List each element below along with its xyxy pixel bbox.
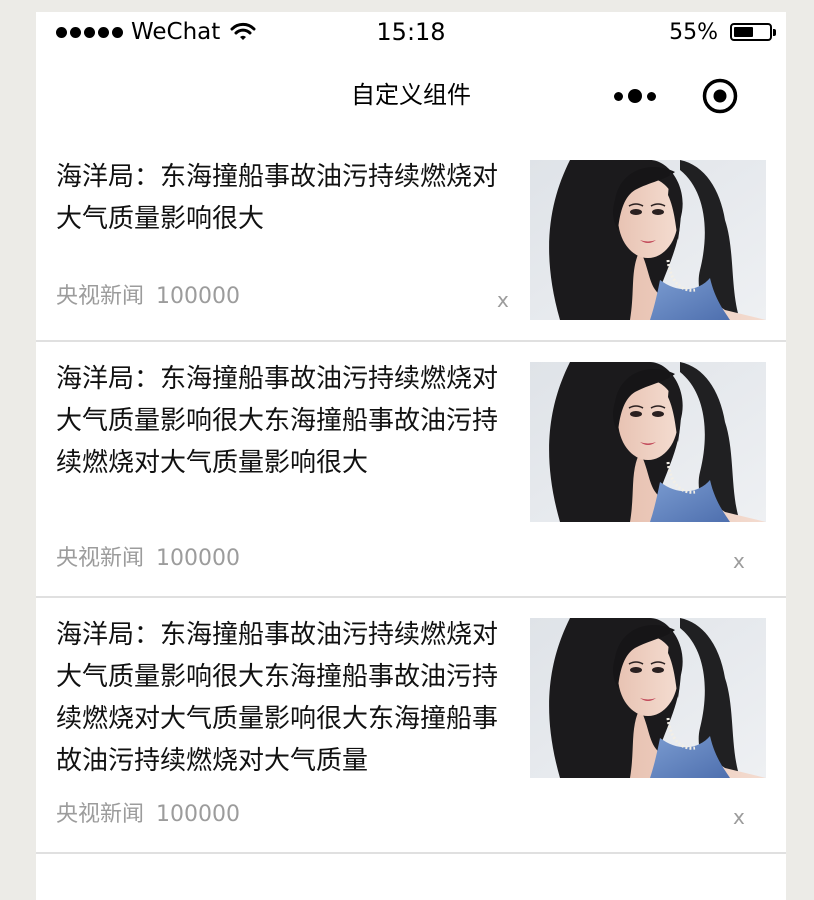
news-item[interactable]: 海洋局：东海撞船事故油污持续燃烧对大气质量影响很大东海撞船事故油污持续燃烧对大气…: [36, 342, 786, 598]
close-button[interactable]: x: [733, 802, 745, 832]
close-button[interactable]: x: [733, 546, 745, 576]
news-meta: 央视新闻 100000: [56, 544, 240, 574]
target-circle-icon[interactable]: [702, 78, 738, 114]
news-item[interactable]: 海洋局：东海撞船事故油污持续燃烧对大气质量影响很大 央视新闻 100000 x: [36, 140, 786, 342]
news-thumbnail: [530, 618, 766, 778]
news-list: 海洋局：东海撞船事故油污持续燃烧对大气质量影响很大 央视新闻 100000 x 海…: [36, 140, 786, 854]
battery-icon: [730, 23, 776, 41]
news-title: 海洋局：东海撞船事故油污持续燃烧对大气质量影响很大东海撞船事故油污持续燃烧对大气…: [56, 364, 499, 478]
page-title: 自定义组件: [351, 81, 471, 109]
news-item[interactable]: 海洋局：东海撞船事故油污持续燃烧对大气质量影响很大东海撞船事故油污持续燃烧对大气…: [36, 598, 786, 854]
news-source: 央视新闻: [56, 284, 145, 309]
news-meta: 央视新闻 100000: [56, 282, 240, 312]
news-thumbnail: [530, 362, 766, 522]
news-title: 海洋局：东海撞船事故油污持续燃烧对大气质量影响很大东海撞船事故油污持续燃烧对大气…: [56, 620, 499, 776]
news-source: 央视新闻: [56, 802, 145, 827]
battery-percent: 55%: [669, 19, 718, 45]
status-right: 55%: [669, 16, 776, 48]
close-button[interactable]: x: [497, 285, 509, 315]
news-count: 100000: [156, 546, 240, 571]
navigation-bar: 自定义组件: [36, 52, 786, 140]
news-title: 海洋局：东海撞船事故油污持续燃烧对大气质量影响很大: [56, 162, 499, 234]
news-count: 100000: [156, 802, 240, 827]
news-meta: 央视新闻 100000: [56, 800, 240, 830]
more-dots-icon[interactable]: [614, 84, 660, 108]
news-count: 100000: [156, 284, 240, 309]
phone-screen: WeChat 15:18 55% 自定义组件 海洋局：东海撞船事故油污持续燃烧对…: [36, 12, 786, 900]
status-bar: WeChat 15:18 55%: [36, 12, 786, 52]
news-source: 央视新闻: [56, 546, 145, 571]
news-thumbnail: [530, 160, 766, 320]
